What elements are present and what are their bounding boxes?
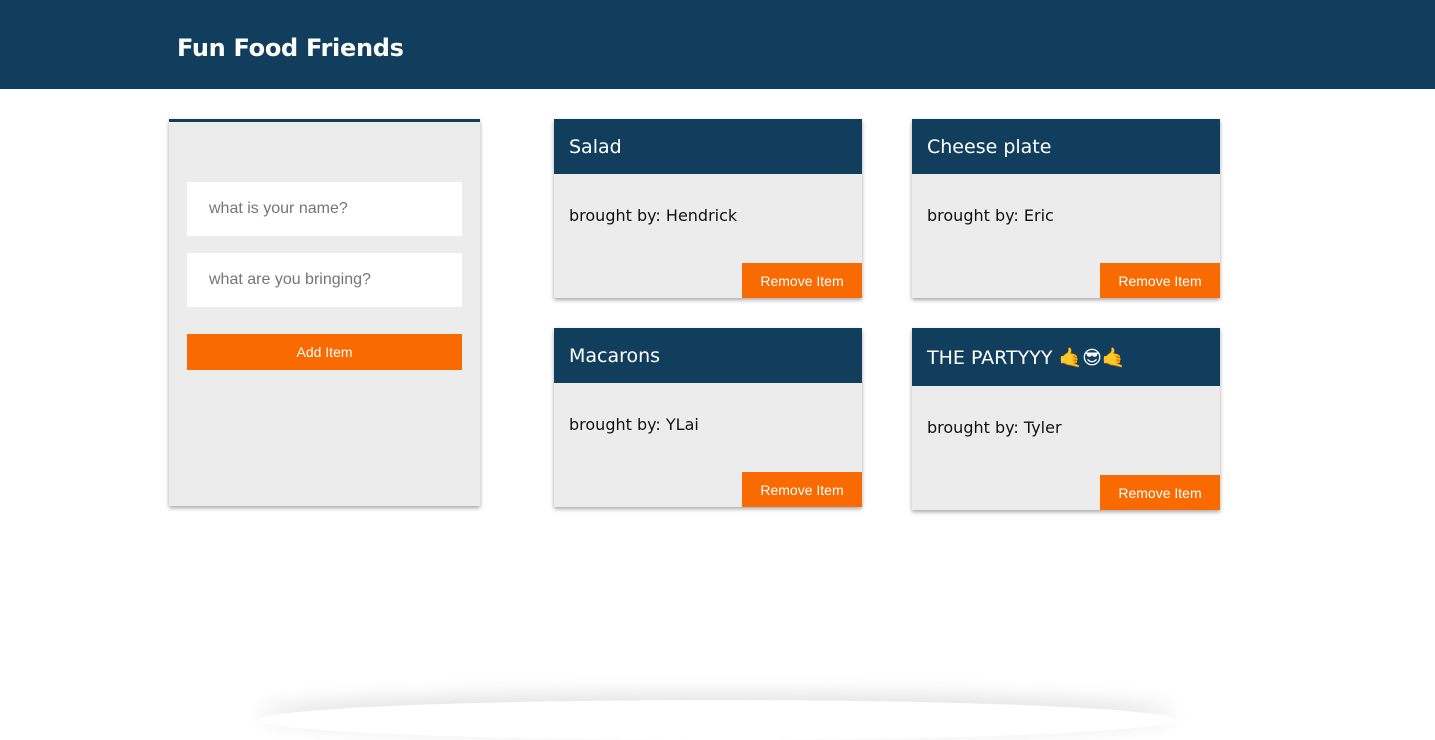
item-card-cheese-plate: Cheese plate brought by: Eric Remove Ite…	[912, 119, 1220, 298]
card-body: brought by: Hendrick Remove Item	[554, 174, 862, 298]
remove-item-button[interactable]: Remove Item	[742, 472, 862, 507]
card-body: brought by: Eric Remove Item	[912, 174, 1220, 298]
item-title: Cheese plate	[912, 119, 1220, 174]
item-title: THE PARTYYY 🤙😎🤙	[912, 328, 1220, 386]
remove-item-button[interactable]: Remove Item	[1100, 263, 1220, 298]
item-title: Salad	[554, 119, 862, 174]
app-header: Fun Food Friends	[0, 0, 1435, 89]
card-body: brought by: YLai Remove Item	[554, 383, 862, 507]
item-input[interactable]	[187, 253, 462, 307]
card-body: brought by: Tyler Remove Item	[912, 386, 1220, 510]
remove-item-button[interactable]: Remove Item	[1100, 475, 1220, 510]
brought-by-text: brought by: Hendrick	[569, 206, 738, 225]
remove-item-button[interactable]: Remove Item	[742, 263, 862, 298]
item-card-the-partyyy: THE PARTYYY 🤙😎🤙 brought by: Tyler Remove…	[912, 328, 1220, 510]
add-item-form: Add Item	[169, 119, 480, 506]
item-card-macarons: Macarons brought by: YLai Remove Item	[554, 328, 862, 507]
item-card-salad: Salad brought by: Hendrick Remove Item	[554, 119, 862, 298]
brought-by-text: brought by: Eric	[927, 206, 1054, 225]
app-title: Fun Food Friends	[177, 34, 404, 62]
add-item-button[interactable]: Add Item	[187, 334, 462, 370]
bottom-shadow	[260, 700, 1175, 740]
brought-by-text: brought by: Tyler	[927, 418, 1062, 437]
name-input[interactable]	[187, 182, 462, 236]
brought-by-text: brought by: YLai	[569, 415, 699, 434]
item-title: Macarons	[554, 328, 862, 383]
